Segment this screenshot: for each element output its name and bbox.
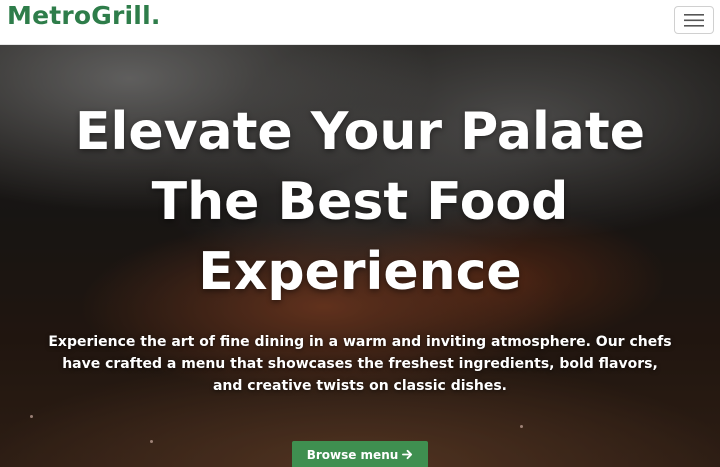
headline-line: The Best Food	[151, 172, 569, 232]
browse-menu-button[interactable]: Browse menu	[292, 441, 428, 467]
description-line: have crafted a menu that showcases the f…	[62, 356, 658, 372]
browse-menu-label: Browse menu	[306, 447, 399, 462]
hero-section: Elevate Your Palate The Best Food Experi…	[0, 45, 720, 467]
decorative-dot	[30, 415, 33, 418]
arrow-right-icon	[402, 449, 413, 460]
hero-headline: Elevate Your Palate The Best Food Experi…	[0, 97, 720, 307]
hero-description: Experience the art of fine dining in a w…	[40, 331, 680, 397]
description-line: Experience the art of fine dining in a w…	[48, 334, 672, 350]
hamburger-menu-icon	[684, 14, 704, 27]
navbar-toggler-button[interactable]	[674, 6, 714, 34]
brand-logo[interactable]: MetroGrill.	[7, 0, 161, 32]
decorative-dot	[150, 440, 153, 443]
headline-line: Elevate Your Palate	[74, 102, 646, 162]
navbar: MetroGrill.	[0, 0, 720, 45]
headline-line: Experience	[198, 242, 522, 302]
description-line: and creative twists on classic dishes.	[212, 378, 507, 394]
decorative-dot	[520, 425, 523, 428]
